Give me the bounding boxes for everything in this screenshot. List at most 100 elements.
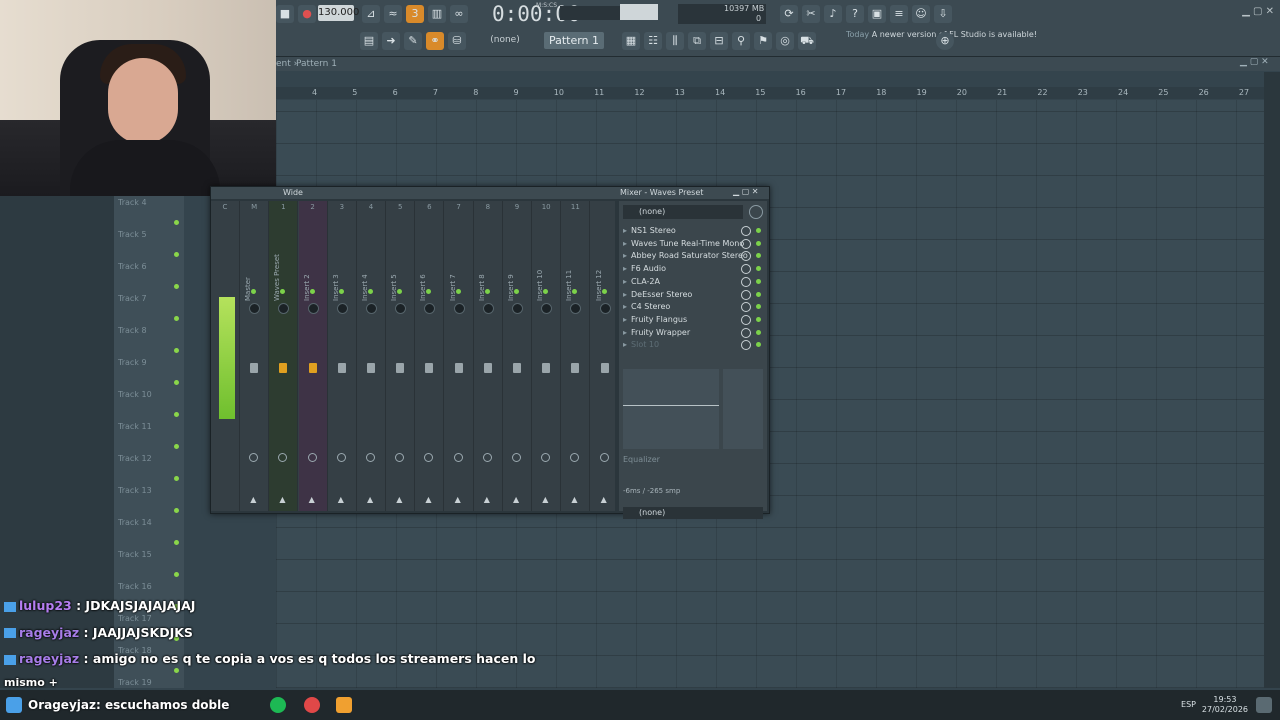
minimize-icon[interactable]: ▁ — [1242, 6, 1250, 17]
route-knob[interactable] — [249, 453, 259, 462]
fx-slot[interactable]: ▸ Waves Tune Real-Time Mono — [623, 238, 763, 250]
mixer-strip[interactable]: 3 Insert 3 ▲ — [328, 201, 357, 511]
pan-knob[interactable] — [278, 303, 290, 314]
slot-enable-led[interactable] — [756, 228, 761, 233]
pan-knob[interactable] — [482, 303, 494, 314]
send-arrow-icon[interactable]: ▲ — [484, 495, 490, 504]
fx-slot[interactable]: ▸ NS1 Stereo — [623, 225, 763, 237]
slot-enable-led[interactable] — [756, 253, 761, 259]
mix-knob[interactable] — [741, 251, 751, 262]
volume-fader[interactable] — [425, 363, 434, 373]
fx-slot[interactable]: ▸ CLA-2A — [623, 276, 763, 288]
mixer-strip[interactable]: 11 Insert 11 ▲ — [561, 201, 591, 511]
volume-fader[interactable] — [308, 363, 317, 373]
track-enable-led[interactable] — [174, 444, 179, 449]
send-arrow-icon[interactable]: ▲ — [309, 495, 315, 504]
help-icon[interactable]: ? — [846, 5, 864, 23]
start-icon[interactable] — [6, 697, 22, 713]
pan-knob[interactable] — [570, 303, 582, 314]
volume-fader[interactable] — [250, 363, 259, 373]
fx-preset-select[interactable]: (none) — [623, 205, 743, 219]
marker-icon[interactable]: ⚑ — [754, 32, 772, 50]
mixer-icon[interactable]: ≡ — [890, 5, 908, 23]
output-select[interactable]: (none) — [623, 507, 763, 519]
pan-knob[interactable] — [453, 303, 465, 314]
send-arrow-icon[interactable]: ▲ — [513, 495, 519, 504]
track-label[interactable]: Track 16 — [118, 582, 152, 591]
volume-fader[interactable] — [600, 363, 609, 373]
send-arrow-icon[interactable]: ▲ — [571, 495, 577, 504]
mixer-strip[interactable]: M Master ▲ — [240, 201, 270, 511]
globe-icon[interactable]: ⊕ — [936, 32, 954, 50]
cart-icon[interactable]: ⛟ — [798, 32, 816, 50]
route-knob[interactable] — [570, 453, 580, 462]
pattern-selector[interactable]: Pattern 1 — [544, 32, 604, 49]
eq-bands[interactable] — [723, 369, 763, 449]
loop-record-icon[interactable]: ∞ — [450, 5, 468, 23]
slot-enable-led[interactable] — [756, 304, 761, 310]
route-knob[interactable] — [278, 453, 288, 462]
track-enable-led[interactable] — [174, 412, 179, 417]
fx-slot[interactable]: ▸ DeEsser Stereo — [623, 289, 763, 301]
mix-knob[interactable] — [741, 302, 751, 313]
fx-slot[interactable]: ▸ C4 Stereo — [623, 301, 763, 313]
metronome-icon[interactable]: ⊿ — [362, 5, 380, 23]
volume-fader[interactable] — [542, 363, 551, 373]
tempo-display[interactable]: 130.000 — [318, 5, 359, 21]
step-edit-icon[interactable]: ▥ — [428, 5, 446, 23]
expand-icon[interactable]: ▸ — [623, 315, 627, 324]
volume-fader[interactable] — [483, 363, 492, 373]
plugin-icon[interactable]: ⧉ — [688, 32, 706, 50]
send-arrow-icon[interactable]: ▲ — [367, 495, 373, 504]
track-label[interactable]: Track 10 — [118, 390, 152, 399]
strip-mute-led[interactable] — [601, 289, 607, 294]
route-knob[interactable] — [366, 453, 375, 462]
strip-mute-led[interactable] — [484, 289, 490, 294]
playlist-icon[interactable]: ▤ — [360, 32, 378, 50]
strip-mute-led[interactable] — [309, 289, 315, 294]
playlist-window-controls[interactable]: ▁ ▢ ✕ — [1240, 57, 1269, 67]
track-label[interactable]: Track 7 — [118, 294, 147, 303]
send-arrow-icon[interactable]: ▲ — [279, 495, 285, 504]
mixer-strip[interactable]: Insert 12 ▲ — [591, 201, 620, 511]
route-knob[interactable] — [453, 453, 463, 462]
pan-knob[interactable] — [336, 303, 348, 314]
track-enable-led[interactable] — [174, 540, 179, 545]
track-label[interactable]: Track 14 — [118, 518, 152, 527]
slot-enable-led[interactable] — [756, 278, 761, 284]
piano-roll-icon[interactable]: ▦ — [622, 32, 640, 50]
fl-studio-icon[interactable] — [336, 697, 352, 713]
fx-slot[interactable]: ▸ F6 Audio — [623, 263, 763, 275]
playlist-scrollbar[interactable] — [1264, 72, 1280, 688]
pan-knob[interactable] — [395, 303, 407, 314]
expand-icon[interactable]: ▸ — [623, 239, 627, 248]
route-knob[interactable] — [599, 453, 609, 462]
mix-knob[interactable] — [741, 289, 751, 300]
volume-fader[interactable] — [396, 363, 405, 373]
volume-fader[interactable] — [454, 363, 463, 373]
pan-knob[interactable] — [307, 303, 319, 314]
track-label[interactable]: Track 8 — [118, 326, 147, 335]
route-knob[interactable] — [424, 453, 434, 462]
browser-icon[interactable]: ⊟ — [710, 32, 728, 50]
send-arrow-icon[interactable]: ▲ — [396, 495, 402, 504]
channel-rack-icon[interactable]: ☷ — [644, 32, 662, 50]
mix-knob[interactable] — [741, 314, 751, 325]
mic-icon[interactable]: ♪ — [824, 5, 842, 23]
expand-icon[interactable]: ▸ — [623, 226, 627, 235]
volume-fader[interactable] — [367, 363, 375, 373]
timeline-ruler[interactable]: 4 5 6 7 8 9 10 11 12 13 14 15 16 17 18 19 20 21 22 23 24 25 26… — [276, 87, 1264, 99]
expand-icon[interactable]: ▸ — [623, 328, 627, 337]
countdown-icon[interactable]: 3 — [406, 5, 424, 23]
pencil-icon[interactable]: ✎ — [404, 32, 422, 50]
strip-mute-led[interactable] — [455, 289, 461, 294]
slot-enable-led[interactable] — [756, 291, 761, 297]
arrow-icon[interactable]: ➜ — [382, 32, 400, 50]
mixer-strip[interactable]: 4 Insert 4 ▲ — [357, 201, 386, 511]
snap-select[interactable]: (none) — [480, 32, 530, 49]
stop-icon[interactable]: ■ — [276, 5, 294, 23]
mix-knob[interactable] — [741, 276, 751, 287]
pan-knob[interactable] — [541, 303, 553, 314]
volume-fader[interactable] — [279, 363, 288, 373]
mixer-strip[interactable]: 5 Insert 5 ▲ — [386, 201, 416, 511]
